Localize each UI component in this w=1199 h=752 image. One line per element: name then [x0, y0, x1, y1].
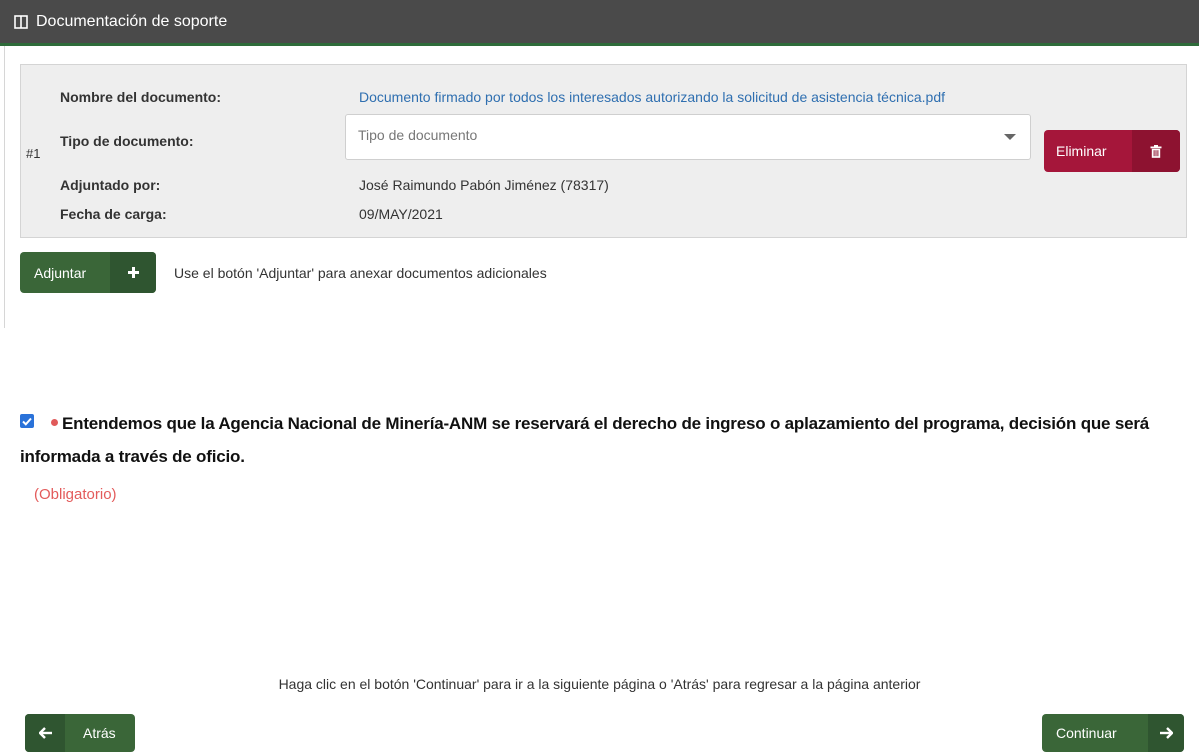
upload-date-label: Fecha de carga: — [60, 206, 167, 222]
attach-button[interactable]: Adjuntar — [20, 252, 156, 293]
required-label: (Obligatorio) — [34, 486, 117, 503]
arrow-left-icon — [25, 714, 65, 752]
delete-button-label: Eliminar — [1056, 143, 1107, 159]
navigation-hint: Haga clic en el botón 'Continuar' para i… — [278, 676, 921, 692]
panel-header: Documentación de soporte — [0, 0, 1199, 46]
document-file-link[interactable]: Documento firmado por todos los interesa… — [359, 89, 945, 105]
left-divider — [4, 46, 5, 328]
delete-document-button[interactable]: Eliminar — [1044, 130, 1180, 172]
uploaded-by-label: Adjuntado por: — [60, 177, 161, 193]
upload-date-value: 09/MAY/2021 — [359, 206, 443, 222]
back-button-label: Atrás — [83, 725, 116, 741]
document-type-label: Tipo de documento: — [60, 133, 194, 149]
agreement-text: Entendemos que la Agencia Nacional de Mi… — [20, 414, 1150, 466]
panel-title: Documentación de soporte — [36, 12, 228, 30]
back-button[interactable]: Atrás — [25, 714, 135, 752]
uploaded-by-value: José Raimundo Pabón Jiménez (78317) — [359, 177, 609, 193]
continue-button[interactable]: Continuar — [1042, 714, 1184, 752]
document-name-label: Nombre del documento: — [60, 89, 222, 105]
arrow-right-icon — [1148, 714, 1184, 752]
document-type-placeholder: Tipo de documento — [358, 127, 478, 143]
document-type-select[interactable]: Tipo de documento — [345, 114, 1031, 160]
trash-icon — [1132, 130, 1180, 172]
attach-hint: Use el botón 'Adjuntar' para anexar docu… — [174, 265, 547, 281]
panel-icon — [14, 14, 28, 29]
plus-icon — [110, 252, 156, 293]
document-card: #1 Nombre del documento: Documento firma… — [20, 64, 1187, 238]
document-number: #1 — [26, 146, 41, 161]
continue-button-label: Continuar — [1056, 725, 1117, 741]
attach-button-label: Adjuntar — [34, 264, 87, 281]
chevron-down-icon — [1004, 134, 1016, 140]
agreement-text-block: Entendemos que la Agencia Nacional de Mi… — [20, 407, 1180, 473]
